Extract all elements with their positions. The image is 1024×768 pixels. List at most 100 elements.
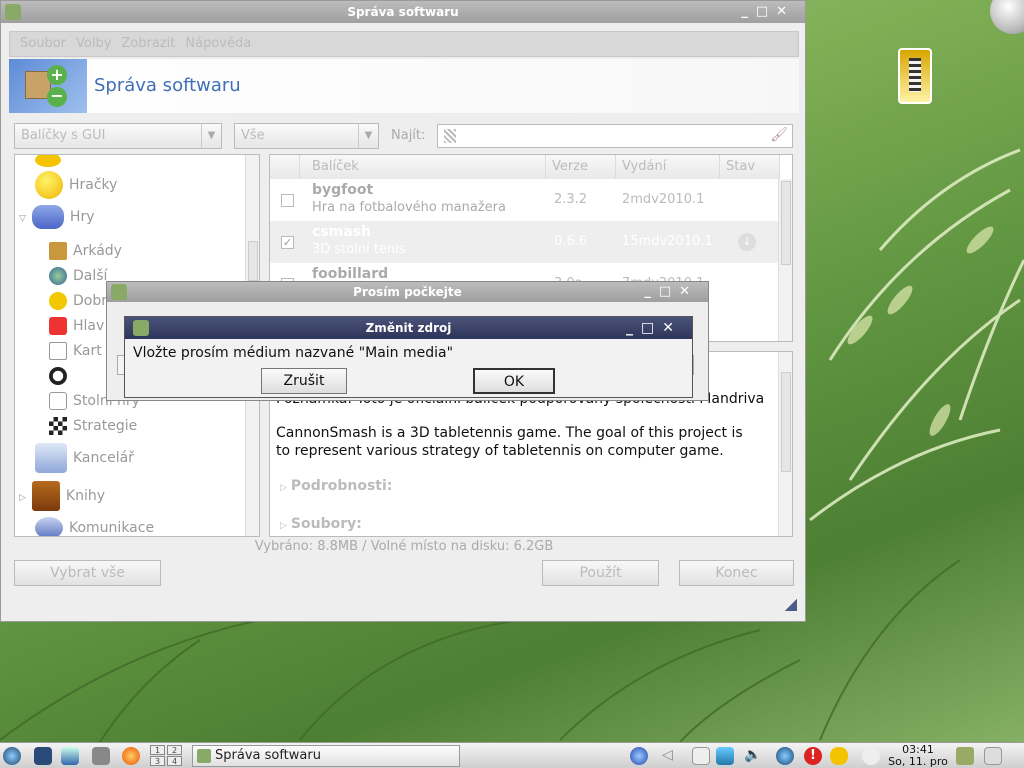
tree-item-kart[interactable]: Kart: [49, 340, 102, 362]
tree-item-komunikace[interactable]: Komunikace: [35, 517, 154, 536]
tree-label: Hlav: [73, 318, 105, 334]
lock-icon[interactable]: [956, 747, 974, 765]
dice-icon: [49, 392, 67, 410]
task-software-manager[interactable]: Správa softwaru: [192, 745, 460, 767]
smiley-icon: [35, 171, 63, 199]
details-expander[interactable]: ▷ Podrobnosti:: [280, 478, 392, 494]
dialog-titlebar[interactable]: Změnit zdroj _□✕: [125, 317, 692, 339]
computer-icon[interactable]: [61, 747, 79, 765]
package-release: 2mdv2010.1: [622, 192, 705, 207]
files-label: Soubory:: [290, 516, 362, 532]
tree-item-dobr[interactable]: Dobr: [49, 290, 107, 312]
window-title: Správa softwaru: [347, 5, 459, 19]
resize-grip-icon[interactable]: [785, 599, 797, 611]
banner-title: Správa softwaru: [94, 75, 241, 96]
network-icon[interactable]: [630, 747, 648, 765]
tree-item-hry[interactable]: ▽ Hry: [19, 205, 95, 229]
pager-2[interactable]: 2: [167, 745, 182, 755]
cancel-button[interactable]: Zrušit: [261, 368, 347, 394]
app-icon: [197, 749, 211, 763]
package-checkbox[interactable]: [281, 194, 294, 207]
package-name: csmash: [312, 224, 371, 240]
tree-item-top[interactable]: [35, 155, 67, 171]
col-version[interactable]: Verze: [546, 155, 616, 179]
window-controls[interactable]: _□✕: [644, 282, 698, 302]
description-body: CannonSmash is a 3D tabletennis game. Th…: [276, 425, 743, 459]
scope-combo[interactable]: Vše ▼: [234, 123, 379, 149]
start-menu-icon[interactable]: [3, 747, 21, 765]
app-icon: [133, 320, 149, 336]
scope-combo-value: Vše: [241, 128, 265, 143]
display-icon[interactable]: [716, 747, 734, 765]
arrow-left-icon[interactable]: ◁: [662, 747, 680, 765]
clock[interactable]: 03:41 So, 11. pro: [886, 744, 950, 768]
package-name: bygfoot: [312, 182, 374, 198]
security-icon[interactable]: [830, 747, 848, 765]
package-release: 15mdv2010.1: [622, 234, 713, 249]
menu-volby[interactable]: Volby: [76, 32, 111, 56]
select-all-button[interactable]: Vybrat vše: [14, 560, 161, 586]
football-icon: [49, 367, 67, 385]
menu-soubor[interactable]: Soubor: [20, 32, 66, 56]
tree-label: Hračky: [69, 177, 118, 193]
tree-item-arkady[interactable]: Arkády: [49, 240, 122, 262]
window-titlebar[interactable]: Správa softwaru _□✕: [1, 1, 805, 23]
search-input[interactable]: 🖌: [437, 124, 793, 148]
arcade-icon: [49, 242, 67, 260]
details-label: Podrobnosti:: [290, 478, 393, 494]
pager-3[interactable]: 3: [150, 756, 165, 766]
description-scrollbar[interactable]: [778, 352, 792, 536]
desktop-pager[interactable]: 1 2 3 4: [150, 745, 182, 767]
alert-icon[interactable]: !: [804, 747, 822, 765]
terminal-icon[interactable]: [34, 747, 52, 765]
package-scrollbar[interactable]: [778, 179, 792, 341]
tools-icon[interactable]: [92, 747, 110, 765]
tree-item-strategie[interactable]: Strategie: [49, 415, 137, 437]
status-text: Vybráno: 8.8MB / Volné místo na disku: 6…: [254, 539, 554, 554]
app-icon: [111, 284, 127, 300]
filter-combo[interactable]: Balíčky s GUI ▼: [14, 123, 222, 149]
tree-item-hlav[interactable]: Hlav: [49, 315, 104, 337]
table-row[interactable]: ✓ csmash 3D stolní tenis 0.6.6 15mdv2010…: [270, 221, 780, 263]
package-desc: 3D stolní tenis: [312, 242, 406, 257]
ok-button[interactable]: OK: [473, 368, 555, 394]
tree-item-sport[interactable]: [49, 365, 73, 387]
menu-napoveda[interactable]: Nápověda: [185, 32, 251, 56]
taskbar: 1 2 3 4 Správa softwaru ◁ 🔈 ! 03:41 So, …: [0, 742, 1024, 768]
lightbulb-icon[interactable]: [862, 747, 880, 765]
table-row[interactable]: bygfoot Hra na fotbalového manažera 2.3.…: [270, 179, 780, 221]
firefox-icon[interactable]: [122, 747, 140, 765]
update-icon[interactable]: [776, 747, 794, 765]
volume-icon[interactable]: 🔈: [744, 747, 762, 765]
tree-label: Další: [73, 268, 108, 284]
banner: + − Správa softwaru: [9, 59, 799, 113]
pager-4[interactable]: 4: [167, 756, 182, 766]
tree-item-knihy[interactable]: ▷ Knihy: [19, 481, 105, 511]
tree-item-hracky[interactable]: Hračky: [35, 171, 118, 199]
col-checkbox[interactable]: [270, 155, 300, 179]
tree-item-dalsi[interactable]: Další: [49, 265, 107, 287]
files-expander[interactable]: ▷ Soubory:: [280, 516, 362, 532]
clipboard-icon[interactable]: [692, 747, 710, 765]
package-version: 0.6.6: [554, 234, 588, 249]
wait-titlebar[interactable]: Prosím počkejte _□✕: [107, 282, 708, 302]
apply-button[interactable]: Použít: [542, 560, 659, 586]
chess-icon: [49, 417, 67, 435]
menu-zobrazit[interactable]: Zobrazit: [121, 32, 175, 56]
tree-item-kancelar[interactable]: Kancelář: [35, 443, 134, 473]
quit-button[interactable]: Konec: [679, 560, 794, 586]
power-icon[interactable]: [984, 747, 1002, 765]
window-controls[interactable]: _□✕: [741, 1, 795, 23]
package-checkbox[interactable]: ✓: [281, 236, 294, 249]
search-icon: [444, 129, 456, 143]
usb-drive-icon[interactable]: [898, 48, 932, 104]
desktop-corner-icon[interactable]: [990, 0, 1024, 34]
window-controls[interactable]: _□✕: [626, 317, 682, 339]
tree-label: Dobr: [73, 293, 107, 309]
col-package[interactable]: Balíček: [300, 155, 546, 179]
pager-1[interactable]: 1: [150, 745, 165, 755]
app-icon[interactable]: [5, 4, 21, 20]
col-release[interactable]: Vydání: [616, 155, 720, 179]
clear-icon[interactable]: 🖌: [770, 127, 788, 143]
col-status[interactable]: Stav: [720, 155, 780, 179]
